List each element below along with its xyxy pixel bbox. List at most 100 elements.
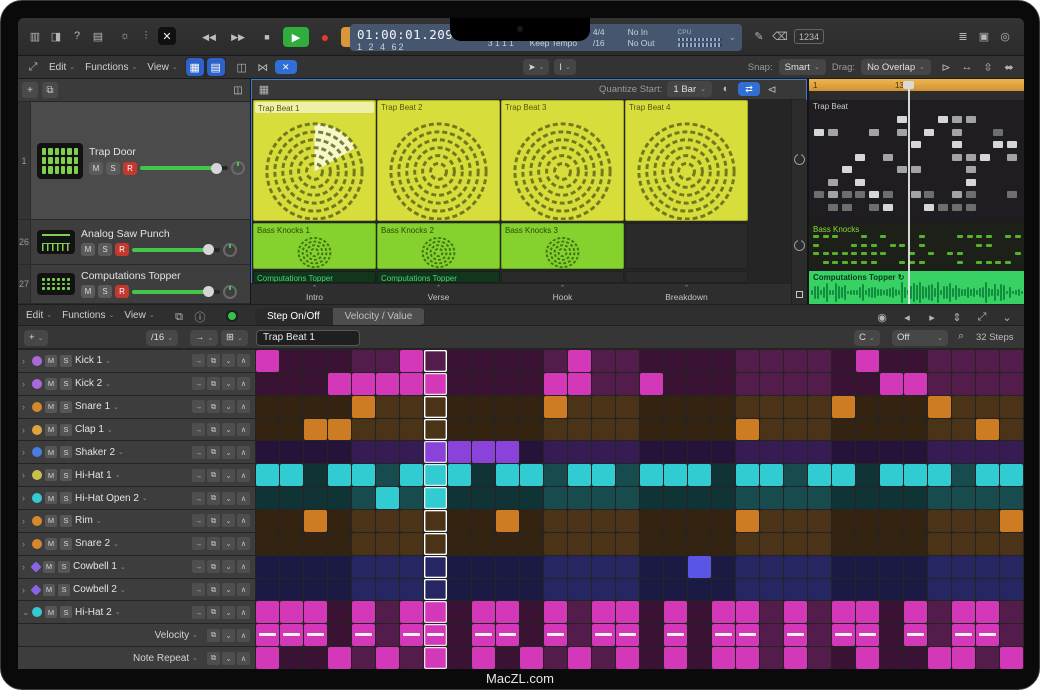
step-cell[interactable]	[520, 419, 543, 441]
row-mute-button[interactable]: M	[45, 424, 57, 436]
link-icon[interactable]: ↔	[958, 58, 976, 76]
lcd-signature-section[interactable]: 4/4 /16	[590, 26, 623, 49]
step-cell[interactable]	[448, 441, 471, 463]
step-cell[interactable]	[736, 441, 759, 463]
row-mute-button[interactable]: M	[45, 515, 57, 527]
step-cell[interactable]	[784, 510, 807, 532]
step-cell[interactable]	[784, 647, 807, 669]
step-cell[interactable]	[976, 373, 999, 395]
row-tool-button[interactable]: →	[192, 537, 205, 550]
library-icon[interactable]: ▥	[26, 27, 44, 45]
search-icon[interactable]: ⌕	[958, 330, 964, 343]
pattern-name-field[interactable]: Trap Beat 1	[256, 330, 360, 346]
row-tool-button[interactable]: ⌄	[222, 514, 235, 527]
menu-functions[interactable]: Functions⌄	[62, 310, 114, 321]
step-cell[interactable]	[616, 533, 639, 555]
key-selector[interactable]: C ⌄	[854, 330, 880, 346]
disclosure-icon[interactable]: ›	[22, 447, 29, 457]
row-mute-button[interactable]: M	[45, 378, 57, 390]
step-cell[interactable]	[664, 510, 687, 532]
step-cell[interactable]	[352, 487, 375, 509]
step-back-icon[interactable]: ◂	[898, 308, 916, 326]
step-cell[interactable]	[448, 624, 471, 646]
step-cell[interactable]	[304, 373, 327, 395]
step-cell[interactable]	[640, 441, 663, 463]
pencil-icon[interactable]: ✎	[750, 27, 768, 45]
step-cell[interactable]	[520, 373, 543, 395]
step-cell[interactable]	[832, 579, 855, 601]
record-enable-button[interactable]: R	[115, 285, 129, 298]
row-queue-icon[interactable]	[794, 240, 805, 251]
step-cell[interactable]	[448, 419, 471, 441]
row-mute-button[interactable]: M	[45, 469, 57, 481]
step-cell[interactable]	[760, 647, 783, 669]
forward-button[interactable]: ▶▶	[225, 27, 251, 47]
eraser-icon[interactable]: ⌫	[771, 27, 789, 45]
row-menu-icon[interactable]: ⌄	[192, 654, 198, 662]
step-cell[interactable]	[256, 647, 279, 669]
step-cell[interactable]	[784, 533, 807, 555]
step-cell[interactable]	[688, 487, 711, 509]
row-mute-button[interactable]: M	[45, 401, 57, 413]
step-cell[interactable]	[328, 601, 351, 623]
step-cell[interactable]	[928, 373, 951, 395]
step-cell[interactable]	[856, 464, 879, 486]
menu-edit[interactable]: Edit⌄	[49, 62, 75, 73]
step-cell[interactable]	[568, 533, 591, 555]
step-cell[interactable]	[472, 350, 495, 372]
step-cell[interactable]	[832, 601, 855, 623]
step-cell[interactable]	[784, 487, 807, 509]
step-cell[interactable]	[928, 624, 951, 646]
step-cell[interactable]	[736, 556, 759, 578]
step-cell[interactable]	[952, 510, 975, 532]
step-cell[interactable]	[616, 510, 639, 532]
step-cell[interactable]	[424, 579, 447, 601]
step-cell[interactable]	[808, 373, 831, 395]
live-loop-cell-trap-beat-2[interactable]: Trap Beat 2	[377, 100, 500, 221]
disclosure-icon[interactable]: ›	[22, 425, 29, 435]
rewind-button[interactable]: ◀◀	[196, 27, 222, 47]
step-cell[interactable]	[592, 373, 615, 395]
step-cell[interactable]	[688, 624, 711, 646]
step-cell[interactable]	[544, 579, 567, 601]
pan-knob[interactable]	[231, 161, 245, 175]
step-cell[interactable]	[808, 510, 831, 532]
row-mute-button[interactable]: M	[45, 355, 57, 367]
row-tool-button[interactable]: ⌄	[222, 446, 235, 459]
step-cell[interactable]	[784, 373, 807, 395]
step-cell[interactable]	[904, 441, 927, 463]
disclosure-icon[interactable]: ›	[22, 493, 29, 503]
step-cell[interactable]	[376, 510, 399, 532]
mode-tab-velocity-value[interactable]: Velocity / Value	[333, 308, 426, 325]
step-cell[interactable]	[568, 487, 591, 509]
step-cell[interactable]	[304, 601, 327, 623]
row-menu-icon[interactable]: ⌄	[118, 448, 124, 456]
step-cell[interactable]	[640, 419, 663, 441]
step-cell[interactable]	[376, 419, 399, 441]
step-cell[interactable]	[376, 396, 399, 418]
disclosure-icon[interactable]: ›	[22, 539, 29, 549]
step-cell[interactable]	[928, 441, 951, 463]
row-tool-button[interactable]: ∧	[237, 377, 250, 390]
step-cell[interactable]	[592, 510, 615, 532]
step-cell[interactable]	[976, 464, 999, 486]
step-cell[interactable]	[640, 624, 663, 646]
step-cell[interactable]	[400, 441, 423, 463]
row-solo-button[interactable]: S	[60, 355, 72, 367]
solo-button[interactable]: S	[106, 162, 120, 175]
step-cell[interactable]	[592, 487, 615, 509]
step-cell[interactable]	[832, 487, 855, 509]
step-cell[interactable]	[688, 601, 711, 623]
step-cell[interactable]	[328, 487, 351, 509]
step-cell[interactable]	[376, 533, 399, 555]
step-cell[interactable]	[472, 647, 495, 669]
step-forward-icon[interactable]: ▸	[923, 308, 941, 326]
step-cell[interactable]	[256, 556, 279, 578]
row-tool-button[interactable]: ⌄	[222, 423, 235, 436]
step-cell[interactable]	[400, 373, 423, 395]
step-rate-selector[interactable]: /16 ⌄	[146, 330, 178, 346]
note-pads-icon[interactable]: ▣	[975, 27, 993, 45]
step-cell[interactable]	[424, 396, 447, 418]
step-cell[interactable]	[448, 350, 471, 372]
step-cell[interactable]	[976, 647, 999, 669]
